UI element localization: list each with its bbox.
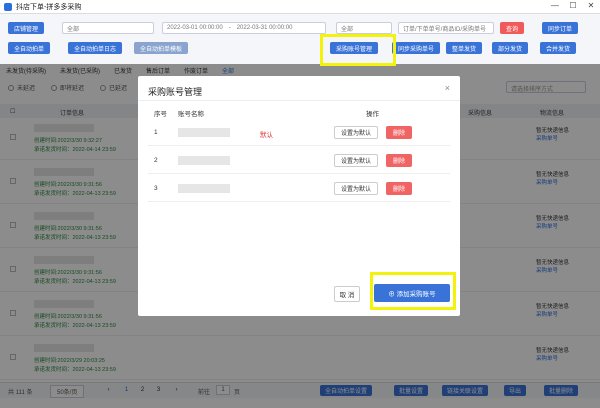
set-default-button[interactable]: 设置为默认 xyxy=(334,154,379,167)
app-logo-icon xyxy=(4,2,12,11)
account-name-redacted xyxy=(178,128,230,137)
account-index: 3 xyxy=(154,185,158,192)
close-window-button[interactable]: ✕ xyxy=(584,1,598,10)
sync-orders-button[interactable]: 同步订单 xyxy=(542,22,579,34)
window-title: 抖店下单-拼多多采购 xyxy=(16,3,82,11)
cancel-button[interactable]: 取 消 xyxy=(334,286,360,302)
auto-order-button[interactable]: 全自动拍单 xyxy=(8,42,51,54)
account-table-header: 序号 账号名称 操作 xyxy=(148,106,450,118)
sync-purchase-no-button[interactable]: 同步采购单号 xyxy=(392,42,441,54)
minimize-button[interactable]: — xyxy=(548,1,562,10)
account-row: 1 默认 设置为默认 删除 xyxy=(148,120,450,146)
date-start: 2022-03-01 00:00:00 xyxy=(167,25,223,31)
add-purchase-account-button[interactable]: ⊕ 添加采购账号 xyxy=(374,284,450,302)
auto-order-template-button[interactable]: 全自动拍单模板 xyxy=(134,42,189,54)
account-name-redacted xyxy=(178,184,230,193)
date-range-separator: - xyxy=(228,25,231,31)
set-default-button[interactable]: 设置为默认 xyxy=(334,182,379,195)
store-manage-button[interactable]: 店铺管理 xyxy=(8,22,45,34)
maximize-button[interactable]: ☐ xyxy=(566,1,580,10)
modal-close-icon[interactable]: × xyxy=(445,83,450,93)
toolbar: 店铺管理 全部 2022-03-01 00:00:00 - 2022-03-31… xyxy=(0,14,600,64)
modal-divider xyxy=(138,100,460,101)
date-end: 2022-03-31 00:00:00 xyxy=(236,25,293,31)
merge-ship-button[interactable]: 合并发货 xyxy=(540,42,577,54)
partial-ship-button[interactable]: 部分发货 xyxy=(492,42,529,54)
col-index: 序号 xyxy=(154,111,167,118)
order-type-select[interactable]: 全部 xyxy=(336,22,392,34)
auto-order-log-button[interactable]: 全自动拍单日志 xyxy=(68,42,123,54)
purchase-account-manage-button[interactable]: 采购账号管理 xyxy=(330,42,379,54)
set-default-button[interactable]: 设置为默认 xyxy=(334,126,379,139)
account-row: 3 设置为默认 删除 xyxy=(148,176,450,202)
account-index: 1 xyxy=(154,129,158,136)
purchase-account-modal: 采购账号管理 × 序号 账号名称 操作 1 默认 设置为默认 删除 2 设置为默… xyxy=(138,76,460,316)
account-index: 2 xyxy=(154,157,158,164)
account-row: 2 设置为默认 删除 xyxy=(148,148,450,174)
delete-account-button[interactable]: 删除 xyxy=(386,154,412,167)
modal-title: 采购账号管理 xyxy=(148,87,203,97)
account-name-redacted xyxy=(178,156,230,165)
search-button[interactable]: 查询 xyxy=(500,22,525,34)
col-account-name: 账号名称 xyxy=(178,111,204,118)
store-select[interactable]: 全部 xyxy=(62,22,154,34)
order-search-input[interactable]: 订单/下单单号/商品ID/采购单号 xyxy=(398,22,494,34)
delete-account-button[interactable]: 删除 xyxy=(386,126,412,139)
ship-order-button[interactable]: 整单发货 xyxy=(446,42,483,54)
default-badge: 默认 xyxy=(260,132,273,139)
col-action: 操作 xyxy=(366,111,379,118)
date-range-picker[interactable]: 2022-03-01 00:00:00 - 2022-03-31 00:00:0… xyxy=(162,22,326,34)
title-bar: 抖店下单-拼多多采购 — ☐ ✕ xyxy=(0,0,600,14)
delete-account-button[interactable]: 删除 xyxy=(386,182,412,195)
